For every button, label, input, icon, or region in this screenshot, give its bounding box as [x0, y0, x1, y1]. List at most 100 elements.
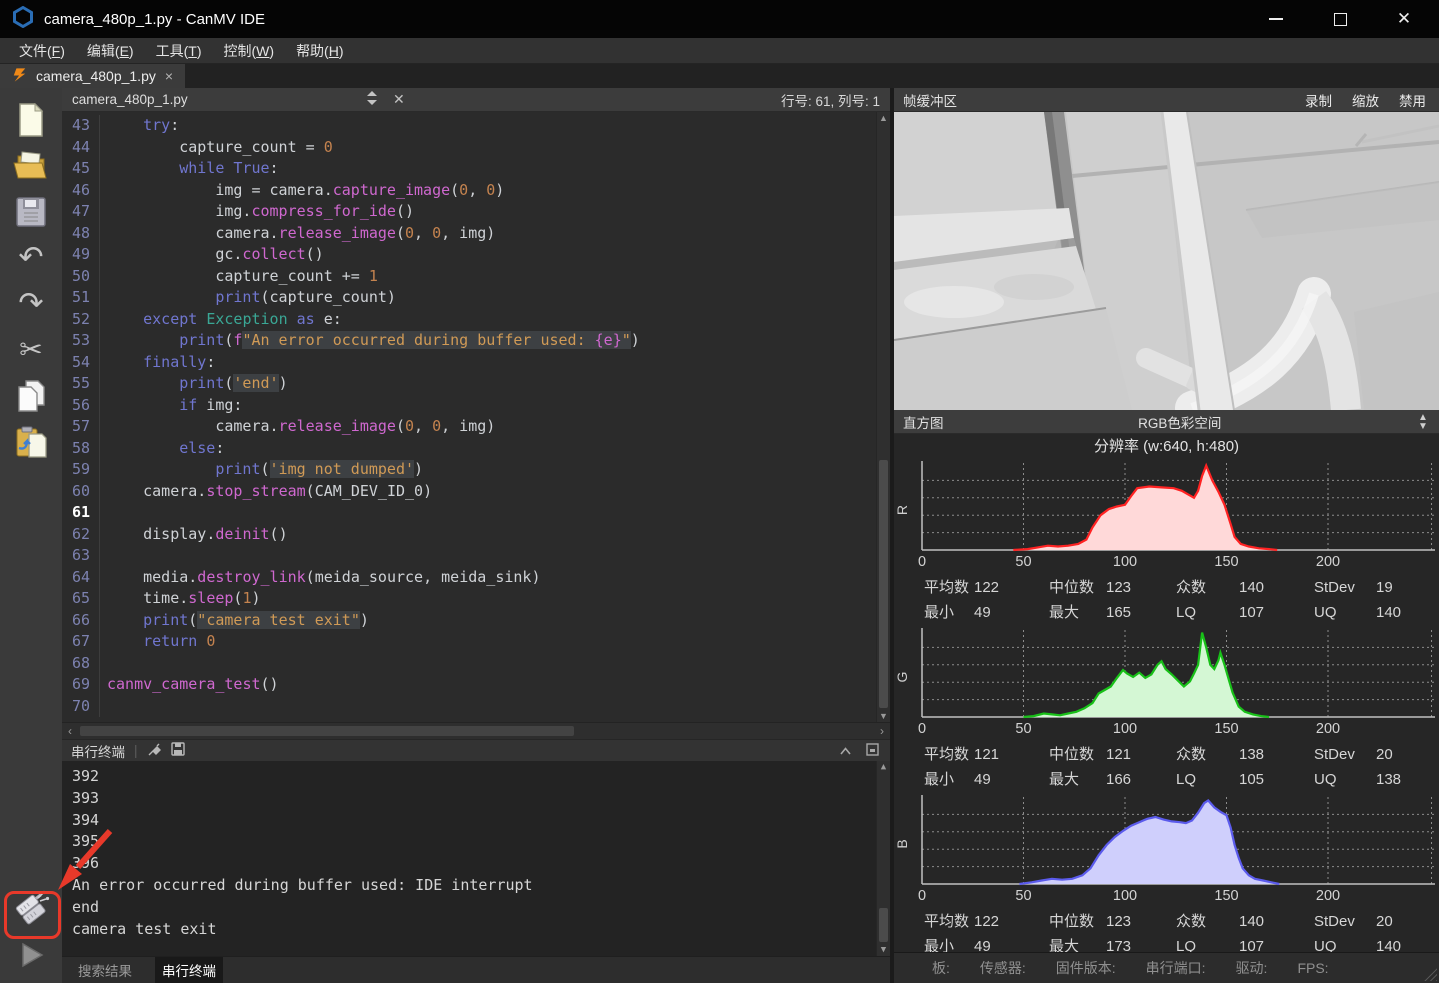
split-sort-icon[interactable] — [367, 91, 377, 108]
code-editor[interactable]: 43try:44capture_count = 045while True:46… — [62, 112, 890, 722]
bottom-tab-search-results[interactable]: 搜索结果 — [71, 957, 139, 983]
terminal-line: end — [72, 897, 890, 919]
code-line: 44capture_count = 0 — [62, 137, 890, 159]
tab-camera-480p-1[interactable]: camera_480p_1.py × — [0, 64, 185, 88]
save-log-icon[interactable] — [171, 742, 185, 759]
code-line: 58else: — [62, 438, 890, 460]
terminal-vertical-scrollbar[interactable]: ▲ ▼ — [876, 761, 890, 956]
editor-scroll-thumb[interactable] — [879, 460, 888, 708]
code-line: 64media.destroy_link(meida_source, meida… — [62, 567, 890, 589]
stat-value: 173 — [1106, 934, 1176, 952]
status-field-0: 板: — [932, 958, 950, 978]
histogram-stats-b: 平均数122中位数123众数140StDev20最小49最大173LQ107UQ… — [894, 909, 1439, 952]
line-number: 56 — [62, 395, 100, 417]
close-button[interactable]: ✕ — [1395, 10, 1413, 28]
menu-item-0[interactable]: 文件(F) — [8, 38, 76, 64]
open-folder-button[interactable] — [12, 148, 50, 184]
svg-text:R: R — [894, 505, 910, 515]
line-number: 45 — [62, 158, 100, 180]
copy-icon — [16, 380, 46, 412]
colorspace-dropdown-arrows-icon[interactable]: ▲▼ — [1416, 413, 1430, 431]
editor-vertical-scrollbar[interactable]: ▲ ▼ — [876, 112, 890, 722]
stat-value: 140 — [1239, 909, 1314, 934]
terminal-scroll-thumb[interactable] — [879, 908, 888, 942]
framebuffer-control-1[interactable]: 缩放 — [1352, 90, 1379, 110]
code-line: 70 — [62, 696, 890, 718]
stat-value: 122 — [974, 575, 1049, 600]
paste-button[interactable] — [12, 424, 50, 460]
save-button[interactable] — [12, 194, 50, 230]
line-number: 67 — [62, 631, 100, 653]
scroll-up-icon[interactable]: ▲ — [877, 761, 890, 773]
svg-text:200: 200 — [1316, 721, 1340, 737]
line-number: 52 — [62, 309, 100, 331]
menu-item-3[interactable]: 控制(W) — [213, 38, 286, 64]
resolution-label: 分辨率 (w:640, h:480) — [894, 434, 1439, 458]
stat-label: 最小 — [924, 767, 974, 792]
resize-grip[interactable] — [1420, 964, 1437, 981]
framebuffer-title: 帧缓冲区 — [903, 90, 957, 110]
cut-button[interactable]: ✂ — [12, 332, 50, 368]
clear-terminal-icon[interactable] — [147, 742, 162, 760]
code-line: 68 — [62, 653, 890, 675]
scroll-down-icon[interactable]: ▼ — [877, 944, 890, 956]
menu-item-4[interactable]: 帮助(H) — [285, 38, 354, 64]
menu-item-1[interactable]: 编辑(E) — [76, 38, 145, 64]
redo-button[interactable]: ↷ — [12, 286, 50, 322]
histogram-header: 直方图 RGB色彩空间 ▲▼ — [894, 410, 1439, 434]
stat-value: 49 — [974, 934, 1049, 952]
maximize-button[interactable] — [1331, 10, 1349, 28]
stat-value: 49 — [974, 767, 1049, 792]
serial-terminal-output[interactable]: 392393394395396An error occurred during … — [62, 761, 890, 956]
stat-label: 中位数 — [1049, 575, 1106, 600]
stat-label: 中位数 — [1049, 742, 1106, 767]
undo-button[interactable]: ↶ — [12, 240, 50, 276]
code-line: 53print(f"An error occurred during buffe… — [62, 330, 890, 352]
svg-text:200: 200 — [1316, 888, 1340, 904]
canmv-ide-window: camera_480p_1.py - CanMV IDE ✕ 文件(F)编辑(E… — [0, 0, 1439, 983]
bottom-tab-serial-terminal[interactable]: 串行终端 — [155, 957, 223, 983]
editor-horizontal-scrollbar[interactable]: ‹ › — [62, 722, 890, 739]
framebuffer-header: 帧缓冲区 录制缩放禁用 — [894, 88, 1439, 112]
editor-close-icon[interactable]: ✕ — [393, 91, 405, 108]
frame-buffer-image — [894, 112, 1439, 410]
framebuffer-control-2[interactable]: 禁用 — [1399, 90, 1426, 110]
stat-label: UQ — [1314, 767, 1376, 792]
stat-label: LQ — [1176, 934, 1239, 952]
stat-value: 140 — [1239, 575, 1314, 600]
line-number: 47 — [62, 201, 100, 223]
copy-button[interactable] — [12, 378, 50, 414]
menu-item-2[interactable]: 工具(T) — [145, 38, 213, 64]
code-line: 61 — [62, 502, 890, 524]
code-line: 66print("camera test exit") — [62, 610, 890, 632]
new-file-button[interactable] — [12, 102, 50, 138]
svg-text:G: G — [894, 672, 910, 683]
code-line: 48camera.release_image(0, 0, img) — [62, 223, 890, 245]
scroll-down-icon[interactable]: ▼ — [877, 710, 890, 722]
stat-label: 最小 — [924, 934, 974, 952]
code-line: 43try: — [62, 115, 890, 137]
line-number: 62 — [62, 524, 100, 546]
svg-text:0: 0 — [918, 721, 926, 737]
stat-label: 最大 — [1049, 600, 1106, 625]
tab-close-icon[interactable]: × — [165, 68, 173, 84]
status-field-5: FPS: — [1297, 960, 1328, 976]
framebuffer-control-0[interactable]: 录制 — [1305, 90, 1332, 110]
scroll-up-icon[interactable]: ▲ — [877, 112, 890, 124]
detach-panel-icon[interactable] — [866, 743, 879, 759]
editor-hscroll-thumb[interactable] — [80, 726, 574, 736]
terminal-line: An error occurred during buffer used: ID… — [72, 875, 890, 897]
line-number: 54 — [62, 352, 100, 374]
colorspace-dropdown[interactable]: RGB色彩空间 — [944, 412, 1417, 432]
svg-text:150: 150 — [1214, 888, 1238, 904]
scroll-right-icon[interactable]: › — [874, 724, 890, 738]
scroll-left-icon[interactable]: ‹ — [62, 724, 78, 738]
code-line: 59print('img not dumped') — [62, 459, 890, 481]
terminal-line: 393 — [72, 788, 890, 810]
run-button[interactable] — [12, 937, 50, 973]
line-number: 50 — [62, 266, 100, 288]
stat-label: 众数 — [1176, 575, 1239, 600]
collapse-panel-icon[interactable] — [840, 743, 851, 758]
minimize-button[interactable] — [1267, 10, 1285, 28]
terminal-line: 394 — [72, 810, 890, 832]
